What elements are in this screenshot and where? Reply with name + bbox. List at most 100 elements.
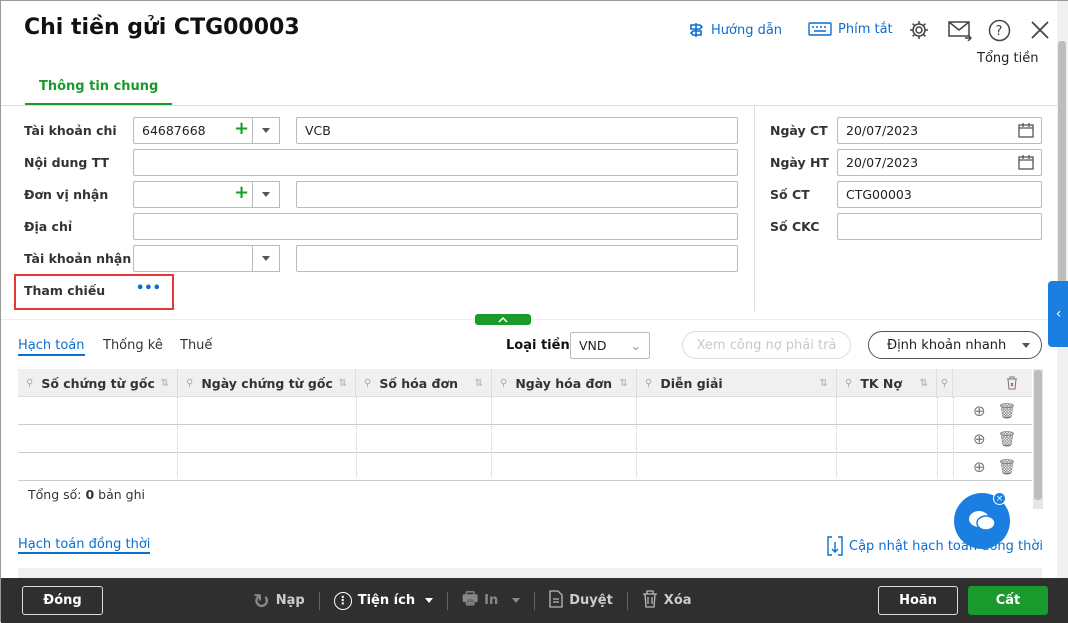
record-count-value: 0 [85,487,95,502]
delete-all-icon[interactable] [953,369,1032,397]
help-icon[interactable]: ? [988,19,1011,42]
divider [534,591,536,610]
address-input[interactable] [133,213,738,240]
column-header[interactable]: ⚲ Số hóa đơn ⇅ [356,369,492,397]
divider [953,397,954,477]
pin-icon[interactable]: ⚲ [941,378,948,389]
close-icon[interactable] [1030,20,1050,40]
grid-scrollbar[interactable] [1033,369,1043,509]
row-actions: ⊕ 🗑 [973,430,1017,448]
update-simultaneous-link[interactable]: Cập nhật hạch toán đồng thời [827,536,1043,556]
label-voucher-number: Số CT [770,187,810,202]
tab-tax[interactable]: Thuế [180,338,212,353]
trash-icon[interactable]: 🗑 [998,430,1017,448]
chevron-down-icon [262,256,270,261]
column-header[interactable]: ⚲ Ngày hóa đơn ⇅ [492,369,637,397]
save-button[interactable]: Cất [968,586,1048,615]
calendar-icon[interactable] [1018,122,1034,138]
toolbar-actions: ↻ Nạp ⋮ Tiện ích 🖶 In Duyệt Xóa [253,586,692,615]
label-posting-date: Ngày HT [770,155,829,170]
close-button[interactable]: Đóng [22,586,103,615]
plus-icon[interactable]: + [234,118,249,139]
total-amount-label: Tổng tiền [977,51,1039,66]
add-row-icon[interactable]: ⊕ [973,402,986,420]
debit-account-name-input[interactable]: VCB [296,117,738,144]
label-payment-content: Nội dung TT [24,155,110,170]
tab-general-info[interactable]: Thông tin chung [25,79,173,106]
email-icon[interactable] [948,19,972,41]
pin-icon[interactable]: ⚲ [645,378,652,389]
calendar-icon[interactable] [1018,154,1034,170]
pin-icon[interactable]: ⚲ [845,378,852,389]
simultaneous-accounting-link[interactable]: Hạch toán đồng thời [18,537,151,554]
shortcuts-link[interactable]: Phím tắt [808,21,893,37]
pin-icon[interactable]: ⚲ [500,378,507,389]
column-header[interactable]: ⚲ [937,369,953,397]
receiving-account-input[interactable] [133,245,253,272]
chevron-down-icon: ⌄ [630,338,641,353]
label-debit-account: Tài khoản chi [24,123,117,138]
sort-icon[interactable]: ⇅ [620,378,628,389]
divider [356,397,357,477]
column-header[interactable]: ⚲ Số chứng từ gốc ⇅ [18,369,178,397]
side-panel-toggle[interactable]: ‹ [1048,281,1068,347]
tab-accounting[interactable]: Hạch toán [18,338,85,356]
debit-account-dropdown[interactable] [252,117,280,144]
ckc-number-input[interactable] [837,213,1042,240]
pin-icon[interactable]: ⚲ [26,378,33,389]
collapse-button[interactable] [475,314,531,325]
sort-icon[interactable]: ⇅ [161,378,169,389]
row-actions: ⊕ 🗑 [973,402,1017,420]
chat-close-icon[interactable]: × [993,492,1006,505]
label-reference: Tham chiếu [24,283,106,298]
sort-icon[interactable]: ⇅ [339,378,347,389]
column-header[interactable]: ⚲ Diễn giải ⇅ [637,369,837,397]
column-header[interactable]: ⚲ TK Nợ ⇅ [837,369,937,397]
sort-icon[interactable]: ⇅ [475,378,483,389]
posting-date-input[interactable]: 20/07/2023 [837,149,1042,176]
voucher-number-input[interactable]: CTG00003 [837,181,1042,208]
divider [836,397,837,477]
divider [177,397,178,477]
sort-icon[interactable]: ⇅ [820,378,828,389]
recipient-name-input[interactable] [296,181,738,208]
utilities-button[interactable]: ⋮ Tiện ích [333,591,434,610]
chevron-down-icon [1022,342,1031,348]
pin-icon[interactable]: ⚲ [186,378,193,389]
reload-button[interactable]: ↻ Nạp [253,589,305,613]
column-header[interactable]: ⚲ Ngày chứng từ gốc ⇅ [178,369,356,397]
receiving-account-dropdown[interactable] [252,245,280,272]
approve-button[interactable]: Duyệt [549,589,613,612]
divider [937,397,938,477]
chevron-left-icon: ‹ [1055,306,1062,322]
info-circle-icon: ⋮ [333,591,352,610]
voucher-date-input[interactable]: 20/07/2023 [837,117,1042,144]
delete-button[interactable]: Xóa [642,589,692,612]
trash-icon[interactable]: 🗑 [998,402,1017,420]
add-row-icon[interactable]: ⊕ [973,458,986,476]
recipient-dropdown[interactable] [252,181,280,208]
record-count-suffix: bản ghi [98,487,145,502]
view-debt-button[interactable]: Xem công nợ phải trả [682,331,851,359]
grid-header: ⚲ Số chứng từ gốc ⇅ ⚲ Ngày chứng từ gốc ⇅ ⚲ S… [18,369,1032,397]
plus-icon[interactable]: + [234,182,249,203]
reference-more-button[interactable]: ••• [136,281,161,296]
pin-icon[interactable]: ⚲ [364,378,371,389]
trash-icon [642,589,658,612]
footer-toolbar: Đóng ↻ Nạp ⋮ Tiện ích 🖶 In Duyệt Xóa Hoãn C… [1,578,1068,623]
print-button[interactable]: 🖶 In [462,586,521,615]
add-row-icon[interactable]: ⊕ [973,430,986,448]
sort-icon[interactable]: ⇅ [920,378,928,389]
quick-entry-button[interactable]: Định khoản nhanh [868,331,1042,359]
grid-scrollbar-thumb[interactable] [1034,370,1042,500]
trash-icon[interactable]: 🗑 [998,458,1017,476]
gear-icon[interactable] [908,19,930,41]
postpone-button[interactable]: Hoãn [878,586,958,615]
tab-statistics[interactable]: Thống kê [103,338,163,353]
guide-link[interactable]: Hướng dẫn [687,21,782,39]
currency-select[interactable]: VND ⌄ [570,332,650,359]
svg-text:?: ? [996,24,1003,39]
row-actions: ⊕ 🗑 [973,458,1017,476]
payment-content-input[interactable] [133,149,738,176]
receiving-account-name-input[interactable] [296,245,738,272]
